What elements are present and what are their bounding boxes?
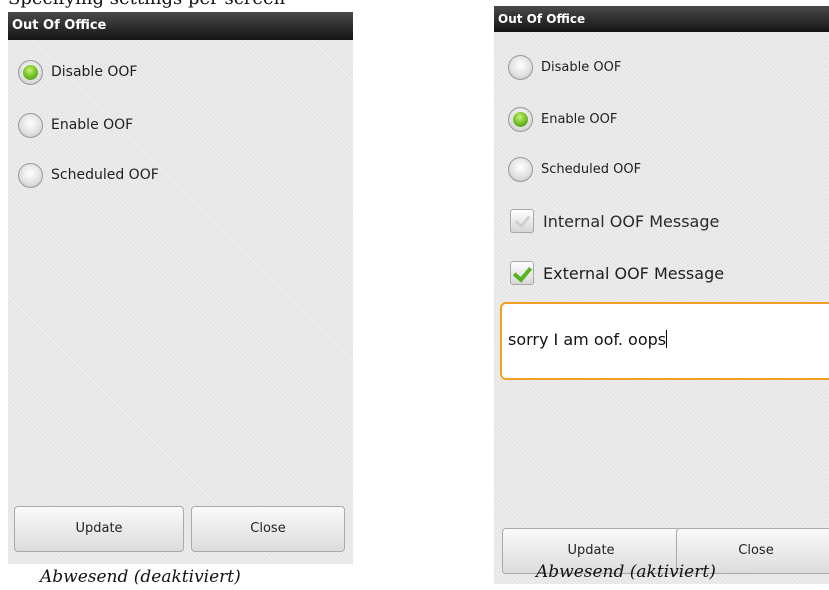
checkbox-checked-icon[interactable]	[510, 261, 534, 285]
radio-scheduled-oof[interactable]: Scheduled OOF	[508, 154, 641, 184]
checkbox-internal-oof[interactable]: Internal OOF Message	[510, 206, 719, 236]
radio-unselected-icon[interactable]	[18, 112, 43, 138]
radio-selected-icon[interactable]	[18, 59, 43, 85]
radio-disable-oof[interactable]: Disable OOF	[508, 52, 621, 82]
radio-label: Disable OOF	[51, 64, 138, 80]
radio-label: Disable OOF	[541, 59, 622, 75]
update-button[interactable]: Update	[14, 506, 184, 552]
radio-label: Scheduled OOF	[541, 161, 642, 177]
radio-selected-icon[interactable]	[508, 106, 533, 132]
radio-unselected-icon[interactable]	[18, 162, 43, 188]
oof-message-text: sorry I am oof. oops	[508, 330, 667, 349]
radio-label: Scheduled OOF	[51, 167, 159, 183]
dialog-title: Out Of Office	[494, 6, 829, 32]
radio-enable-oof[interactable]: Enable OOF	[18, 110, 133, 140]
left-screen: Out Of Office Disable OOF Enable OOF Sch…	[8, 12, 353, 564]
checkbox-label: External OOF Message	[543, 263, 725, 283]
radio-scheduled-oof[interactable]: Scheduled OOF	[18, 160, 159, 190]
clipped-header-label: Specifying settings per screen	[8, 0, 285, 9]
radio-unselected-icon[interactable]	[508, 156, 533, 182]
oof-message-input[interactable]: sorry I am oof. oops	[500, 302, 829, 380]
checkbox-unchecked-icon[interactable]	[510, 209, 534, 233]
caption-left: Abwesend (deaktiviert)	[40, 567, 241, 587]
caption-right: Abwesend (aktiviert)	[536, 562, 716, 582]
checkbox-external-oof[interactable]: External OOF Message	[510, 258, 724, 288]
radio-unselected-icon[interactable]	[508, 54, 533, 80]
radio-enable-oof[interactable]: Enable OOF	[508, 104, 617, 134]
radio-label: Enable OOF	[51, 117, 134, 133]
right-screen: Out Of Office Disable OOF Enable OOF Sch…	[494, 6, 829, 584]
dialog-title: Out Of Office	[8, 12, 353, 40]
close-button[interactable]: Close	[191, 506, 345, 552]
radio-disable-oof[interactable]: Disable OOF	[18, 57, 137, 87]
text-cursor	[666, 330, 668, 348]
checkbox-label: Internal OOF Message	[543, 211, 720, 231]
radio-label: Enable OOF	[541, 111, 618, 127]
